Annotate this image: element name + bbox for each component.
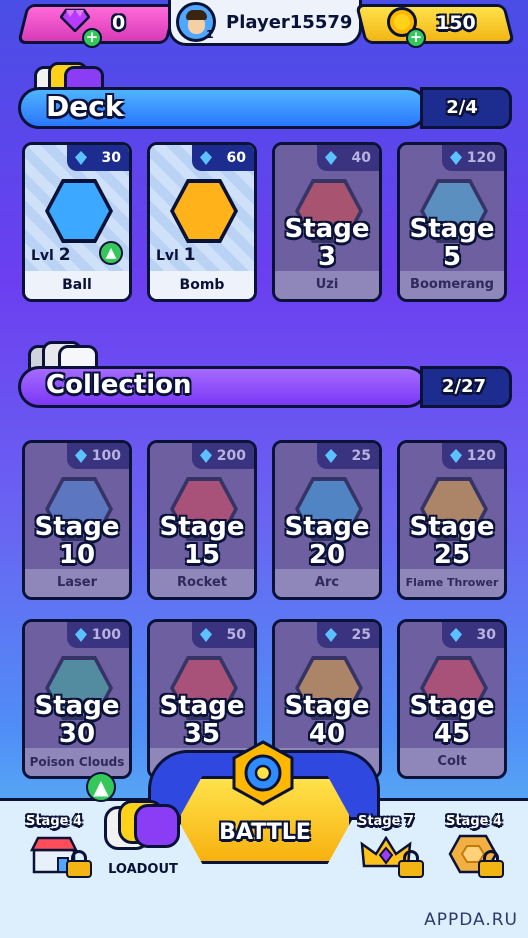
card-cost: 25 [351,627,371,643]
add-gems-button[interactable]: + [82,28,102,48]
stage-requirement: Stage 20 [284,512,370,570]
nav-shop[interactable]: Stage 4 [14,814,94,924]
coin-count: 150 [436,12,476,34]
lock-icon [478,850,504,878]
card-name: Arc [275,569,379,597]
card-cost: 30 [476,627,496,643]
card-name: Rocket [150,569,254,597]
card-cost: 200 [216,448,246,464]
deck-card-boomerang[interactable]: 120 Stage 5 Boomerang [397,142,507,302]
stage-requirement: Stage 45 [409,691,495,749]
gem-count: 0 [112,12,126,34]
hive-stage-label: Stage 4 [445,814,503,829]
battle-label[interactable]: BATTLE [178,820,352,845]
collection-card-flame-thrower[interactable]: 120 Stage 25 Flame Thrower [397,440,507,600]
watermark: APPDA.RU [424,910,518,930]
stage-requirement: Stage 30 [34,691,120,749]
crown-stage-label: Stage 7 [357,814,415,829]
coin-counter[interactable] [355,4,515,44]
lock-icon [66,850,92,878]
card-name: Laser [25,569,129,597]
deck-card-uzi[interactable]: 40 Stage 3 Uzi [272,142,382,302]
add-coins-button[interactable]: + [406,28,426,48]
card-cost: 25 [351,448,371,464]
upgrade-arrow-icon[interactable]: ▲ [86,772,116,802]
top-bar: 0 + 1 Player15579 150 + [0,0,528,50]
nav-hive[interactable]: Stage 4 [434,814,514,924]
card-name: Flame Thrower [400,569,504,597]
stage-requirement: Stage 3 [284,214,370,272]
card-cost: 50 [226,627,246,643]
stage-requirement: Stage 25 [409,512,495,570]
card-name: Uzi [275,271,379,299]
player-level: 1 [206,28,214,41]
collection-card-arc[interactable]: 25 Stage 20 Arc [272,440,382,600]
collection-title: Collection [46,370,192,400]
stage-requirement: Stage 15 [159,512,245,570]
nav-crown[interactable]: Stage 7 [346,814,426,924]
card-cost: 120 [466,448,496,464]
card-name: Bomb [150,271,254,299]
card-cost: 60 [226,150,246,166]
card-cost: 40 [351,150,371,166]
card-cost: 120 [466,150,496,166]
shop-stage-label: Stage 4 [25,814,83,829]
deck-title: Deck [46,90,124,123]
card-name: Boomerang [400,271,504,299]
player-name: Player15579 [226,12,353,33]
stage-requirement: Stage 5 [409,214,495,272]
loadout-stack-icon-3[interactable] [134,804,180,848]
deck-card-bomb[interactable]: 60 Lvl 1 Bomb [147,142,257,302]
card-cost: 30 [101,150,121,166]
deck-count: 2/4 [446,97,478,118]
collection-card-poison-clouds[interactable]: 100 Stage 30 Poison Clouds [22,619,132,779]
lock-icon [398,850,424,878]
deck-card-ball[interactable]: 30 Lvl 2 ▲ Ball [22,142,132,302]
stage-requirement: Stage 10 [34,512,120,570]
upgrade-arrow-icon[interactable]: ▲ [99,241,123,265]
card-level: Lvl 2 [31,245,71,265]
card-level: Lvl 1 [156,245,196,265]
card-name: Colt [400,748,504,776]
loadout-label[interactable]: LOADOUT [100,862,186,877]
collection-count: 2/27 [441,376,487,397]
battle-emblem-icon [232,740,294,806]
collection-card-colt[interactable]: 30 Stage 45 Colt [397,619,507,779]
collection-card-laser[interactable]: 100 Stage 10 Laser [22,440,132,600]
card-name: Ball [25,271,129,299]
card-cost: 100 [91,448,121,464]
collection-card-rocket[interactable]: 200 Stage 15 Rocket [147,440,257,600]
card-name: Poison Clouds [25,748,129,776]
card-cost: 100 [91,627,121,643]
